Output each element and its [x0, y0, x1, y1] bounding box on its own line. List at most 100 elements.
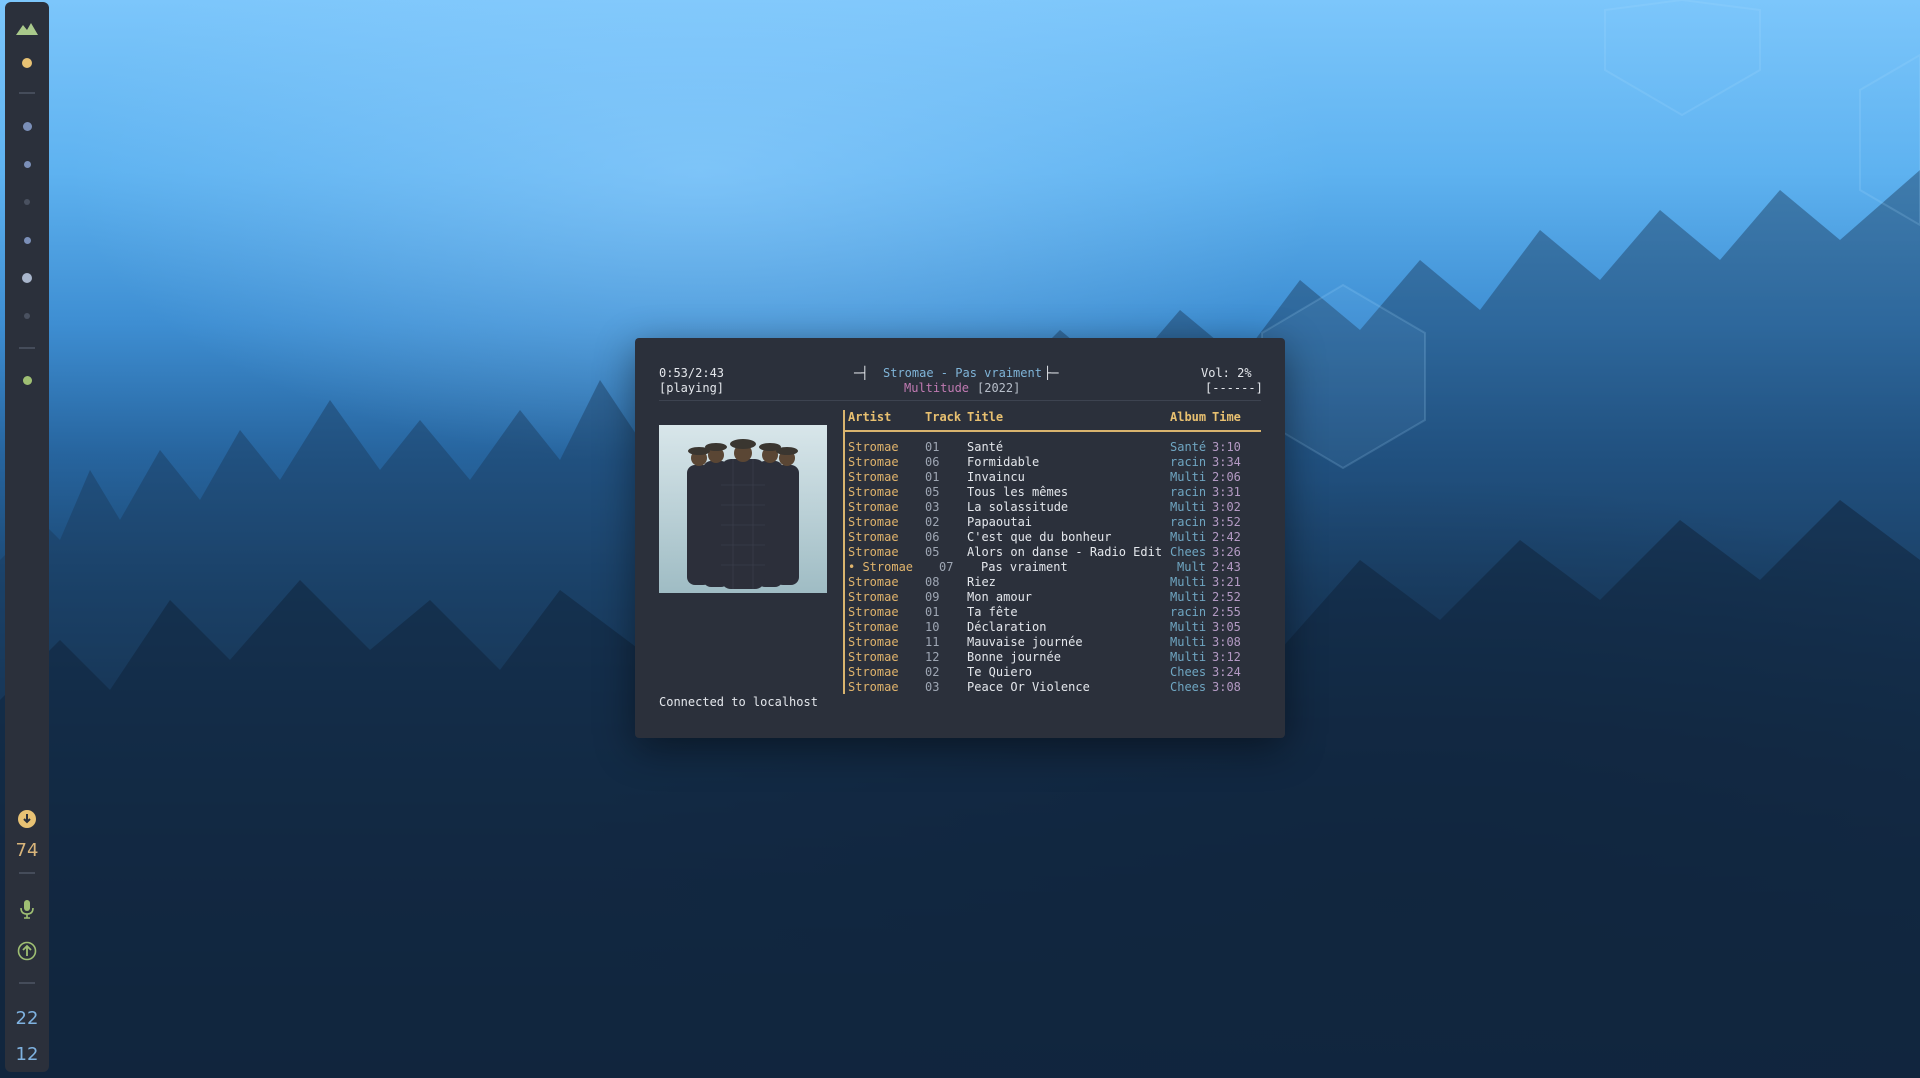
- mountain-logo-icon[interactable]: [5, 18, 49, 38]
- elapsed-time: 0:53/2:43: [659, 366, 725, 380]
- battery-value: 74: [15, 839, 39, 861]
- cell-title: La solassitude: [967, 500, 1069, 514]
- cell-album: racin: [1170, 605, 1207, 619]
- table-row[interactable]: Stromae 06 C'est que du bonheur Multi 2:42: [848, 530, 1262, 545]
- cell-track: 03: [925, 680, 940, 694]
- workspace-3-dot[interactable]: [5, 156, 49, 172]
- table-row[interactable]: Stromae 08 Riez Multi 3:21: [848, 575, 1262, 590]
- cell-album: Chees: [1170, 680, 1207, 694]
- table-row[interactable]: Stromae 02 Papaoutai racin 3:52: [848, 515, 1262, 530]
- header-divider: [659, 400, 1261, 401]
- cell-time: 3:05: [1212, 620, 1241, 634]
- cell-title: Papaoutai: [967, 515, 1033, 529]
- cell-album: Mult: [1177, 560, 1206, 574]
- cell-album: Santé: [1170, 440, 1207, 454]
- battery-icon: [5, 808, 49, 830]
- volume-bar[interactable]: [------]: [1205, 381, 1263, 396]
- column-header-artist[interactable]: Artist: [848, 410, 891, 425]
- cell-title: Bonne journée: [967, 650, 1061, 664]
- cell-track: 07: [939, 560, 954, 574]
- cell-artist: Stromae: [848, 590, 899, 604]
- workspace-5-dot[interactable]: [5, 232, 49, 248]
- cell-time: 2:55: [1212, 605, 1241, 619]
- playback-state: [playing]: [659, 381, 725, 395]
- table-row[interactable]: Stromae 02 Te Quiero Chees 3:24: [848, 665, 1262, 680]
- cell-track: 06: [925, 455, 940, 469]
- volume-label: Vol: 2%: [1201, 366, 1252, 380]
- cell-album: Multi: [1170, 590, 1207, 604]
- cell-artist: Stromae: [848, 650, 899, 664]
- cell-artist: • Stromae: [848, 560, 914, 574]
- workspace-4-dot[interactable]: [5, 194, 49, 210]
- table-row[interactable]: Stromae 06 Formidable racin 3:34: [848, 455, 1262, 470]
- table-header-divider: [845, 430, 1261, 432]
- cell-artist: Stromae: [848, 485, 899, 499]
- album-year: [2022]: [977, 381, 1021, 395]
- cell-artist: Stromae: [848, 575, 899, 589]
- workspace-7-dot[interactable]: [5, 308, 49, 324]
- cell-album: Multi: [1170, 500, 1207, 514]
- cell-track: 02: [925, 665, 940, 679]
- cell-album: Multi: [1170, 575, 1207, 589]
- cell-time: 3:26: [1212, 545, 1241, 559]
- status-message: Connected to localhost: [659, 695, 818, 709]
- cell-time: 3:10: [1212, 440, 1241, 454]
- microphone-icon[interactable]: [5, 898, 49, 920]
- cell-title: Déclaration: [967, 620, 1047, 634]
- update-arrow-icon[interactable]: [5, 940, 49, 962]
- cell-artist: Stromae: [848, 500, 899, 514]
- cell-album: Chees: [1170, 665, 1207, 679]
- cell-artist: Stromae: [848, 635, 899, 649]
- title-bracket-right: ├─: [1044, 366, 1059, 380]
- cell-album: Multi: [1170, 650, 1207, 664]
- title-bracket-left: ─┤: [854, 366, 869, 380]
- cell-title: Mauvaise journée: [967, 635, 1083, 649]
- table-row-current[interactable]: • Stromae 07 Pas vraiment Mult 2:43: [848, 560, 1262, 575]
- cell-track: 01: [925, 440, 940, 454]
- table-row[interactable]: Stromae 09 Mon amour Multi 2:52: [848, 590, 1262, 605]
- cell-artist: Stromae: [848, 665, 899, 679]
- column-header-album[interactable]: Album: [1170, 410, 1206, 425]
- column-header-time[interactable]: Time: [1212, 410, 1241, 425]
- table-row[interactable]: Stromae 01 Invaincu Multi 2:06: [848, 470, 1262, 485]
- column-header-title[interactable]: Title: [967, 410, 1003, 425]
- cell-time: 3:34: [1212, 455, 1241, 469]
- cell-title: Te Quiero: [967, 665, 1033, 679]
- cell-time: 2:43: [1212, 560, 1241, 574]
- table-row[interactable]: Stromae 03 La solassitude Multi 3:02: [848, 500, 1262, 515]
- cell-time: 2:42: [1212, 530, 1241, 544]
- cell-artist: Stromae: [848, 455, 899, 469]
- album-name: Multitude: [904, 381, 970, 395]
- cell-title: Peace Or Violence: [967, 680, 1090, 694]
- table-row[interactable]: Stromae 05 Alors on danse - Radio Edit Chee…: [848, 545, 1262, 560]
- music-player-window[interactable]: 0:53/2:43 [playing] ─┤ Stromae - Pas vra…: [635, 338, 1285, 738]
- cell-title: Ta fête: [967, 605, 1018, 619]
- now-playing-title: Stromae - Pas vraiment: [883, 366, 1042, 380]
- table-row[interactable]: Stromae 05 Tous les mêmes racin 3:31: [848, 485, 1262, 500]
- table-row[interactable]: Stromae 10 Déclaration Multi 3:05: [848, 620, 1262, 635]
- cell-title: Alors on danse - Radio Edit: [967, 545, 1163, 559]
- cell-artist: Stromae: [848, 470, 899, 484]
- cell-artist: Stromae: [848, 545, 899, 559]
- cell-track: 09: [925, 590, 940, 604]
- table-row[interactable]: Stromae 03 Peace Or Violence Chees 3:08: [848, 680, 1262, 695]
- cell-time: 3:12: [1212, 650, 1241, 664]
- cell-artist: Stromae: [848, 680, 899, 694]
- cell-album: racin: [1170, 515, 1207, 529]
- table-row[interactable]: Stromae 11 Mauvaise journée Multi 3:08: [848, 635, 1262, 650]
- column-header-track[interactable]: Track: [925, 410, 961, 425]
- cell-album: Chees: [1170, 545, 1207, 559]
- cell-artist: Stromae: [848, 530, 899, 544]
- workspace-2-dot[interactable]: [5, 118, 49, 134]
- cell-track: 03: [925, 500, 940, 514]
- workspace-6-dot[interactable]: [5, 270, 49, 286]
- cell-title: Santé: [967, 440, 1004, 454]
- workspace-1-dot[interactable]: [5, 55, 49, 71]
- table-row[interactable]: Stromae 01 Santé Santé 3:10: [848, 440, 1262, 455]
- cell-title: Pas vraiment: [981, 560, 1068, 574]
- table-row[interactable]: Stromae 01 Ta fête racin 2:55: [848, 605, 1262, 620]
- cell-time: 3:24: [1212, 665, 1241, 679]
- cell-track: 12: [925, 650, 940, 664]
- table-row[interactable]: Stromae 12 Bonne journée Multi 3:12: [848, 650, 1262, 665]
- cell-track: 06: [925, 530, 940, 544]
